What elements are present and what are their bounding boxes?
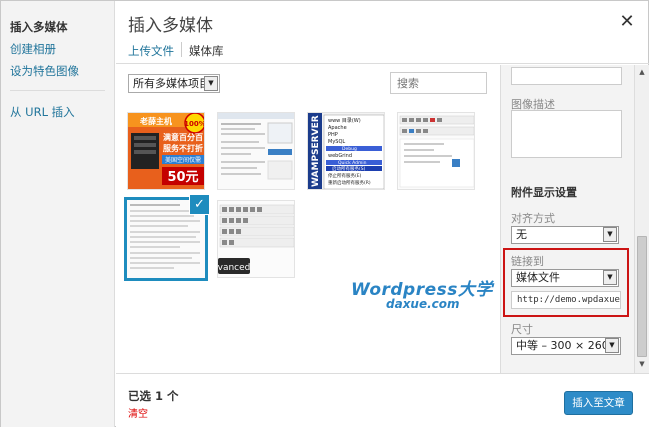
media-filter-select[interactable]: 所有多媒体项目 ▼ xyxy=(128,74,220,93)
chevron-down-icon: ▼ xyxy=(605,338,619,353)
svg-text:美国空间仅需: 美国空间仅需 xyxy=(165,156,201,164)
insert-into-post-button[interactable]: 插入至文章 xyxy=(564,391,633,415)
attachment-details-sidebar: 图像描述 附件显示设置 对齐方式 无 ▼ 链接到 媒体文件 ▼ http://d… xyxy=(500,65,634,373)
media-search-input[interactable] xyxy=(390,72,487,94)
selected-check-icon[interactable]: ✓ xyxy=(189,194,210,215)
svg-text:启动所有服务(S): 启动所有服务(S) xyxy=(332,165,366,172)
attachment-thumbnail-wampserver[interactable]: WAMPSERVER 2. www 目录(W) Apache PHP MySQL… xyxy=(307,112,385,190)
menu-item-featured-image[interactable]: 设为特色图像 xyxy=(10,63,79,79)
svg-text:满意百分百: 满意百分百 xyxy=(163,132,203,142)
align-value: 无 xyxy=(516,228,527,241)
modal-title: 插入多媒体 xyxy=(128,16,213,36)
size-select[interactable]: 中等 – 300 × 260 ▼ xyxy=(511,337,621,355)
router-tabs: 上传文件 媒体库 xyxy=(116,39,649,64)
display-settings-heading: 附件显示设置 xyxy=(511,186,577,199)
svg-text:老薛主机: 老薛主机 xyxy=(139,116,172,126)
size-value: 中等 – 300 × 260 xyxy=(516,339,609,352)
advanced-toolbar-image: vanced xyxy=(218,201,294,277)
menu-item-insert-media[interactable]: 插入多媒体 xyxy=(10,19,68,35)
editor-toolbar-image xyxy=(398,113,474,189)
size-label: 尺寸 xyxy=(511,323,533,336)
svg-text:webGrind: webGrind xyxy=(328,153,352,159)
host-ad-image: 100% 老薛主机 满意百分百 服务不打折 美国空间仅需 50元 xyxy=(128,113,205,189)
caption-field[interactable] xyxy=(511,67,622,85)
link-to-highlight-frame xyxy=(503,248,629,317)
watermark-domain: daxue.com xyxy=(386,297,460,311)
attachment-thumbnail-advanced-toolbar[interactable]: vanced xyxy=(217,200,295,278)
svg-text:100%: 100% xyxy=(184,120,205,128)
attachment-thumbnail-editor-toolbar[interactable] xyxy=(397,112,475,190)
align-select[interactable]: 无 ▼ xyxy=(511,226,619,244)
scroll-up-icon[interactable]: ▲ xyxy=(637,67,647,77)
chevron-down-icon: ▼ xyxy=(603,227,617,242)
media-filter-value: 所有多媒体项目 xyxy=(133,77,210,90)
chevron-down-icon: ▼ xyxy=(204,76,218,91)
tab-upload-files[interactable]: 上传文件 xyxy=(128,43,174,59)
sidebar-scrollbar[interactable]: ▲ ▼ xyxy=(634,65,649,373)
svg-text:WAMPSERVER 2.: WAMPSERVER 2. xyxy=(311,113,321,187)
media-modal: 插入多媒体 创建相册 设为特色图像 从 URL 插入 插入多媒体 ✕ 上传文件 … xyxy=(0,0,649,427)
attachment-thumbnail-screenshot-1[interactable] xyxy=(217,112,295,190)
image-description-field[interactable] xyxy=(511,110,622,158)
svg-text:停止所有服务(E): 停止所有服务(E) xyxy=(328,172,362,179)
scrollbar-thumb[interactable] xyxy=(637,236,647,357)
clear-selection-link[interactable]: 清空 xyxy=(128,405,148,420)
svg-text:50元: 50元 xyxy=(167,170,198,185)
scroll-down-icon[interactable]: ▼ xyxy=(637,359,647,369)
svg-text:重新启动所有服务(R): 重新启动所有服务(R) xyxy=(328,179,371,186)
media-toolbar: 已选 1 个 清空 插入至文章 xyxy=(116,373,649,427)
align-label: 对齐方式 xyxy=(511,212,555,225)
svg-text:Apache: Apache xyxy=(328,125,347,131)
menu-separator xyxy=(10,90,105,91)
screenshot-image xyxy=(218,113,294,189)
svg-text:www 目录(W): www 目录(W) xyxy=(328,117,361,124)
tab-separator xyxy=(181,42,182,57)
tab-media-library[interactable]: 媒体库 xyxy=(189,43,224,59)
selection-count: 已选 1 个 xyxy=(128,389,179,403)
media-menu: 插入多媒体 创建相册 设为特色图像 从 URL 插入 xyxy=(1,1,115,427)
svg-text:Quick Admin: Quick Admin xyxy=(338,160,367,166)
wampserver-image: WAMPSERVER 2. www 目录(W) Apache PHP MySQL… xyxy=(308,113,384,189)
menu-item-create-gallery[interactable]: 创建相册 xyxy=(10,41,56,57)
svg-text:vanced: vanced xyxy=(218,263,250,273)
svg-text:服务不打折: 服务不打折 xyxy=(163,143,203,153)
svg-text:Debug: Debug xyxy=(342,146,357,152)
svg-text:PHP: PHP xyxy=(328,132,338,138)
svg-text:MySQL: MySQL xyxy=(328,139,345,145)
menu-item-insert-from-url[interactable]: 从 URL 插入 xyxy=(10,104,75,120)
close-icon[interactable]: ✕ xyxy=(617,11,637,33)
attachment-thumbnail-host-ad[interactable]: 100% 老薛主机 满意百分百 服务不打折 美国空间仅需 50元 xyxy=(127,112,205,190)
